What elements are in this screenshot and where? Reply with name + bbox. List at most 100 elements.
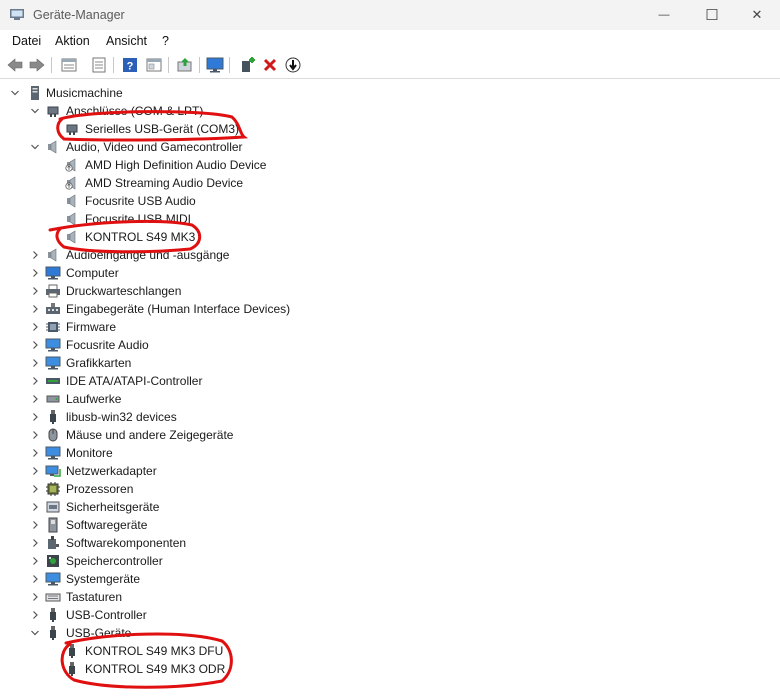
tree-category-label: Eingabegeräte (Human Interface Devices) [66, 302, 291, 316]
window-title: Geräte-Manager [33, 8, 125, 22]
tree-category-label: Laufwerke [66, 392, 122, 406]
tree-category-label: USB-Controller [66, 608, 147, 622]
usb-plug-icon [69, 662, 75, 676]
tree-category-label: libusb-win32 devices [66, 410, 177, 424]
update-driver-icon[interactable] [176, 56, 194, 74]
menu-ansicht[interactable]: Ansicht [106, 34, 147, 48]
chevron-right-icon[interactable] [30, 376, 40, 386]
computer-icon [45, 266, 61, 280]
forward-arrow-icon[interactable] [28, 56, 46, 74]
chevron-right-icon[interactable] [30, 250, 40, 260]
chevron-right-icon[interactable] [30, 322, 40, 332]
tree-category-label: Audioeingänge und -ausgänge [66, 248, 230, 262]
toolbar-separator [168, 57, 169, 73]
chevron-right-icon[interactable] [30, 538, 40, 548]
device-tree: Musicmachine Anschlüsse (COM & LPT) Seriel… [0, 79, 780, 699]
tree-category-label: Grafikkarten [66, 356, 132, 370]
mouse-icon [48, 428, 58, 442]
monitor-icon[interactable] [206, 56, 224, 74]
ide-icon [46, 378, 60, 384]
maximize-icon: ☐ [705, 7, 719, 24]
speaker-warning-icon [65, 158, 76, 172]
port-icon [66, 124, 78, 135]
uninstall-x-icon[interactable] [261, 56, 279, 74]
usb-plug-icon [50, 410, 56, 424]
tree-category-label: Monitore [66, 446, 113, 460]
menu-datei[interactable]: Datei [12, 34, 41, 48]
keyboard-icon [45, 593, 61, 602]
chevron-right-icon[interactable] [30, 592, 40, 602]
help-icon[interactable]: ? [121, 56, 139, 74]
printer-icon [46, 284, 60, 298]
tree-category-label: Mäuse und andere Zeigegeräte [66, 428, 234, 442]
tree-category[interactable] [0, 318, 780, 336]
properties-icon[interactable] [60, 56, 78, 74]
usb-plug-icon [50, 626, 56, 640]
toolbar-separator [199, 57, 200, 73]
chevron-right-icon[interactable] [30, 484, 40, 494]
disable-down-icon[interactable] [284, 56, 302, 74]
chevron-right-icon[interactable] [30, 304, 40, 314]
add-device-icon[interactable] [238, 56, 256, 74]
chevron-right-icon[interactable] [30, 268, 40, 278]
tree-device-label: KONTROL S49 MK3 DFU [85, 644, 224, 658]
chevron-right-icon[interactable] [30, 394, 40, 404]
chevron-right-icon[interactable] [30, 574, 40, 584]
monitor-icon [45, 446, 61, 460]
chevron-right-icon[interactable] [30, 430, 40, 440]
toolbar-separator [51, 57, 52, 73]
tree-device-label: KONTROL S49 MK3 [85, 230, 196, 244]
tree-root[interactable] [0, 84, 780, 102]
tree-category-label: Tastaturen [66, 590, 123, 604]
port-icon [47, 106, 59, 117]
chevron-down-icon[interactable] [30, 628, 40, 638]
minimize-icon: — [658, 9, 670, 21]
chevron-down-icon[interactable] [30, 106, 40, 116]
chevron-right-icon[interactable] [30, 340, 40, 350]
speaker-icon [67, 194, 76, 208]
speaker-icon [48, 248, 57, 262]
monitor-icon [45, 338, 61, 352]
close-icon: ✕ [751, 7, 763, 22]
toolbar-separator [229, 57, 230, 73]
tree-category-label: Audio, Video und Gamecontroller [66, 140, 243, 154]
title-bar: Geräte-Manager — ☐ ✕ [0, 0, 780, 30]
network-icon [45, 465, 61, 477]
tree-category-label: Systemgeräte [66, 572, 141, 586]
chevron-right-icon[interactable] [30, 448, 40, 458]
tree-category-label: Softwaregeräte [66, 518, 148, 532]
speaker-icon [67, 212, 76, 226]
chevron-right-icon[interactable] [30, 556, 40, 566]
chevron-right-icon[interactable] [30, 502, 40, 512]
back-arrow-icon[interactable] [6, 56, 24, 74]
chevron-right-icon[interactable] [30, 412, 40, 422]
minimize-button[interactable]: — [641, 0, 687, 30]
chevron-right-icon[interactable] [30, 520, 40, 530]
menu-help[interactable]: ? [162, 34, 169, 48]
tree-device-label: Focusrite USB MIDI [85, 212, 192, 226]
menu-bar: Datei Aktion Ansicht ? [0, 30, 780, 52]
chevron-down-icon[interactable] [30, 142, 40, 152]
tree-category[interactable] [0, 444, 780, 462]
close-button[interactable]: ✕ [734, 0, 780, 30]
device-list-icon[interactable] [90, 56, 108, 74]
tree-device-label: Focusrite USB Audio [85, 194, 196, 208]
chevron-right-icon[interactable] [30, 610, 40, 620]
storage-controller-icon [47, 555, 59, 567]
tree-category-label: USB-Geräte [66, 626, 132, 640]
svg-text:?: ? [127, 61, 134, 73]
toolbar: ? [0, 52, 780, 79]
chevron-right-icon[interactable] [30, 466, 40, 476]
speaker-icon [67, 230, 76, 244]
chevron-right-icon[interactable] [30, 286, 40, 296]
tree-category-label: Softwarekomponenten [66, 536, 187, 550]
tree-category-label: Computer [66, 266, 119, 280]
usb-plug-icon [69, 644, 75, 658]
maximize-button[interactable]: ☐ [689, 0, 735, 30]
resource-view-icon[interactable] [145, 56, 163, 74]
security-icon [46, 501, 60, 513]
device-manager-app-icon [10, 9, 24, 20]
usb-plug-icon [50, 608, 56, 622]
chevron-right-icon[interactable] [30, 358, 40, 368]
menu-aktion[interactable]: Aktion [55, 34, 90, 48]
